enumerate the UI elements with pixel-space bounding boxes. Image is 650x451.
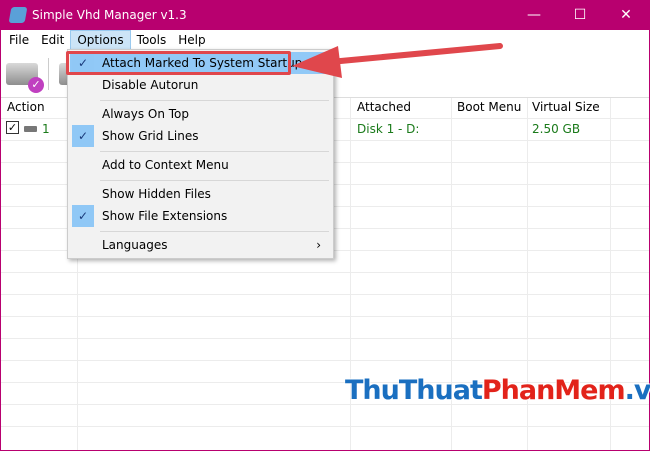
menu-file[interactable]: File <box>3 30 35 50</box>
menu-tools[interactable]: Tools <box>131 30 173 50</box>
menu-edit[interactable]: Edit <box>35 30 70 50</box>
check-badge-icon: ✓ <box>28 76 44 93</box>
header-virtual-size[interactable]: Virtual Size <box>532 100 600 114</box>
row-size: 2.50 GB <box>532 122 581 136</box>
row-attached: Disk 1 - D: <box>357 122 420 136</box>
close-button[interactable]: ✕ <box>603 0 649 30</box>
menu-item-show-file-extensions[interactable]: ✓ Show File Extensions <box>70 205 331 227</box>
toolbar-separator <box>48 57 49 90</box>
menu-item-languages[interactable]: Languages › <box>70 234 331 256</box>
attach-disk-button[interactable]: ✓ <box>6 62 44 93</box>
menu-options[interactable]: Options <box>70 30 131 50</box>
checkmark-icon: ✓ <box>72 125 94 147</box>
header-boot-menu[interactable]: Boot Menu <box>457 100 521 114</box>
header-attached[interactable]: Attached <box>357 100 411 114</box>
submenu-arrow-icon: › <box>316 238 321 252</box>
menu-help[interactable]: Help <box>172 30 211 50</box>
minimize-button[interactable]: — <box>511 0 557 30</box>
options-dropdown: ✓ Attach Marked To System Startup Disable… <box>67 49 334 259</box>
window-title: Simple Vhd Manager v1.3 <box>32 8 187 22</box>
maximize-button[interactable]: ☐ <box>557 0 603 30</box>
menu-item-show-grid-lines[interactable]: ✓ Show Grid Lines <box>70 125 331 147</box>
title-bar: Simple Vhd Manager v1.3 — ☐ ✕ <box>1 0 649 30</box>
row-index: 1 <box>42 122 50 136</box>
header-action[interactable]: Action <box>7 100 45 114</box>
menu-item-context-menu[interactable]: Add to Context Menu <box>70 154 331 176</box>
menu-item-always-on-top[interactable]: Always On Top <box>70 103 331 125</box>
disk-icon <box>24 126 37 132</box>
annotation-highlight-box <box>66 51 291 75</box>
checkmark-icon: ✓ <box>72 205 94 227</box>
annotation-arrow-icon <box>292 43 503 78</box>
row-checkbox[interactable]: ✓ <box>6 121 19 134</box>
watermark: ThuThuatPhanMem.vn <box>345 375 650 406</box>
menu-item-show-hidden-files[interactable]: Show Hidden Files <box>70 183 331 205</box>
app-icon <box>8 7 28 23</box>
